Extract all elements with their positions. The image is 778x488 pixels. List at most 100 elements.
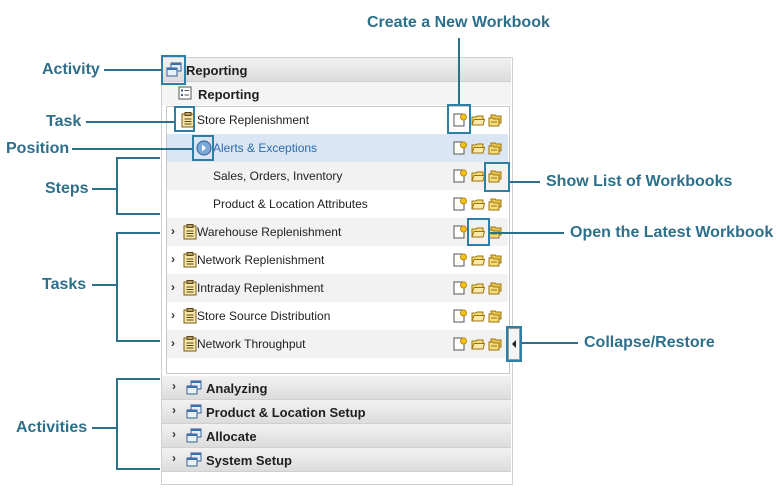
workbook-actions bbox=[453, 141, 507, 157]
folders-list-icon[interactable] bbox=[488, 113, 502, 127]
bracket-line bbox=[116, 378, 160, 380]
task-row-warehouse-replenishment[interactable]: › Warehouse Replenishment bbox=[167, 218, 508, 246]
callout-position: Position bbox=[6, 140, 70, 157]
callout-tasks: Tasks bbox=[42, 276, 87, 293]
new-workbook-icon[interactable] bbox=[453, 197, 467, 211]
open-folder-icon[interactable] bbox=[471, 281, 485, 295]
open-folder-icon[interactable] bbox=[471, 113, 485, 127]
callout-activities: Activities bbox=[16, 419, 88, 436]
task-group-label: Reporting bbox=[198, 87, 260, 102]
folders-list-icon[interactable] bbox=[488, 281, 502, 295]
leader-line bbox=[86, 121, 174, 123]
task-label: Store Source Distribution bbox=[197, 309, 331, 323]
clipboard-icon bbox=[183, 280, 197, 296]
chevron-right-icon[interactable]: › bbox=[172, 379, 176, 393]
step-label: Product & Location Attributes bbox=[213, 197, 368, 211]
leader-line bbox=[92, 427, 116, 429]
bracket-line bbox=[116, 232, 160, 234]
activity-analyzing[interactable]: › Analyzing bbox=[162, 376, 511, 400]
callout-steps: Steps bbox=[45, 180, 89, 197]
activity-label: System Setup bbox=[206, 453, 292, 468]
bracket-line bbox=[116, 340, 160, 342]
highlight-list-workbooks bbox=[484, 162, 510, 192]
highlight-collapse bbox=[506, 326, 522, 362]
workbook-actions bbox=[453, 309, 507, 325]
task-label: Store Replenishment bbox=[197, 113, 310, 127]
open-folder-icon[interactable] bbox=[471, 169, 485, 183]
task-row-intraday-replenishment[interactable]: › Intraday Replenishment bbox=[167, 274, 508, 302]
chevron-right-icon[interactable]: › bbox=[172, 451, 176, 465]
bracket-line bbox=[116, 468, 160, 470]
leader-line bbox=[510, 181, 540, 183]
activity-label: Product & Location Setup bbox=[206, 405, 366, 420]
step-row-sales-orders-inventory[interactable]: Sales, Orders, Inventory bbox=[167, 162, 508, 190]
new-workbook-icon[interactable] bbox=[453, 141, 467, 155]
leader-line bbox=[92, 188, 116, 190]
open-folder-icon[interactable] bbox=[471, 141, 485, 155]
activity-system-setup[interactable]: › System Setup bbox=[162, 448, 511, 472]
task-row-network-replenishment[interactable]: › Network Replenishment bbox=[167, 246, 508, 274]
open-folder-icon[interactable] bbox=[471, 253, 485, 267]
chevron-right-icon[interactable]: › bbox=[171, 336, 175, 350]
folders-list-icon[interactable] bbox=[488, 253, 502, 267]
bracket-line bbox=[116, 232, 118, 342]
task-label: Network Replenishment bbox=[197, 253, 325, 267]
activity-product-location-setup[interactable]: › Product & Location Setup bbox=[162, 400, 511, 424]
workbook-actions bbox=[453, 337, 507, 353]
open-folder-icon[interactable] bbox=[471, 197, 485, 211]
open-folder-icon[interactable] bbox=[471, 309, 485, 323]
stacked-windows-icon bbox=[186, 452, 202, 468]
folders-list-icon[interactable] bbox=[488, 337, 502, 351]
stacked-windows-icon bbox=[186, 404, 202, 420]
workbook-actions bbox=[453, 253, 507, 269]
highlight-new-workbook bbox=[447, 104, 471, 134]
chevron-right-icon[interactable]: › bbox=[171, 308, 175, 322]
step-row-product-location-attributes[interactable]: Product & Location Attributes bbox=[167, 190, 508, 218]
chevron-right-icon[interactable]: › bbox=[171, 252, 175, 266]
bracket-line bbox=[116, 213, 160, 215]
open-folder-icon[interactable] bbox=[471, 337, 485, 351]
activity-label: Reporting bbox=[186, 63, 248, 78]
new-workbook-icon[interactable] bbox=[453, 225, 467, 239]
workbook-actions bbox=[453, 197, 507, 213]
activity-label: Allocate bbox=[206, 429, 257, 444]
task-row-network-throughput[interactable]: › Network Throughput bbox=[167, 330, 508, 358]
chevron-right-icon[interactable]: › bbox=[172, 403, 176, 417]
new-workbook-icon[interactable] bbox=[453, 309, 467, 323]
clipboard-icon bbox=[183, 224, 197, 240]
callout-open-latest-workbook: Open the Latest Workbook bbox=[570, 224, 774, 241]
highlight-position-icon bbox=[192, 135, 214, 161]
new-workbook-icon[interactable] bbox=[453, 337, 467, 351]
workbook-actions bbox=[453, 281, 507, 297]
bracket-line bbox=[116, 157, 160, 159]
highlight-activity-icon bbox=[161, 55, 186, 85]
task-label: Intraday Replenishment bbox=[197, 281, 324, 295]
leader-line bbox=[522, 342, 578, 344]
folders-list-icon[interactable] bbox=[488, 141, 502, 155]
leader-line bbox=[104, 69, 161, 71]
stacked-windows-icon bbox=[186, 428, 202, 444]
leader-line bbox=[458, 38, 460, 104]
task-label: Network Throughput bbox=[197, 337, 306, 351]
callout-activity: Activity bbox=[42, 61, 100, 78]
task-label: Warehouse Replenishment bbox=[197, 225, 342, 239]
chevron-right-icon[interactable]: › bbox=[172, 427, 176, 441]
new-workbook-icon[interactable] bbox=[453, 253, 467, 267]
folders-list-icon[interactable] bbox=[488, 309, 502, 323]
step-label: Alerts & Exceptions bbox=[213, 141, 318, 155]
leader-line bbox=[72, 148, 192, 150]
step-row-alerts-exceptions[interactable]: Alerts & Exceptions bbox=[167, 134, 508, 162]
clipboard-icon bbox=[183, 336, 197, 352]
callout-collapse-restore: Collapse/Restore bbox=[584, 334, 715, 351]
task-row-store-source-distribution[interactable]: › Store Source Distribution bbox=[167, 302, 508, 330]
stacked-windows-icon bbox=[186, 380, 202, 396]
step-label: Sales, Orders, Inventory bbox=[213, 169, 343, 183]
highlight-task-icon bbox=[174, 106, 195, 132]
chevron-right-icon[interactable]: › bbox=[171, 224, 175, 238]
chevron-right-icon[interactable]: › bbox=[171, 280, 175, 294]
new-workbook-icon[interactable] bbox=[453, 169, 467, 183]
bracket-line bbox=[116, 157, 118, 215]
activity-allocate[interactable]: › Allocate bbox=[162, 424, 511, 448]
folders-list-icon[interactable] bbox=[488, 197, 502, 211]
new-workbook-icon[interactable] bbox=[453, 281, 467, 295]
